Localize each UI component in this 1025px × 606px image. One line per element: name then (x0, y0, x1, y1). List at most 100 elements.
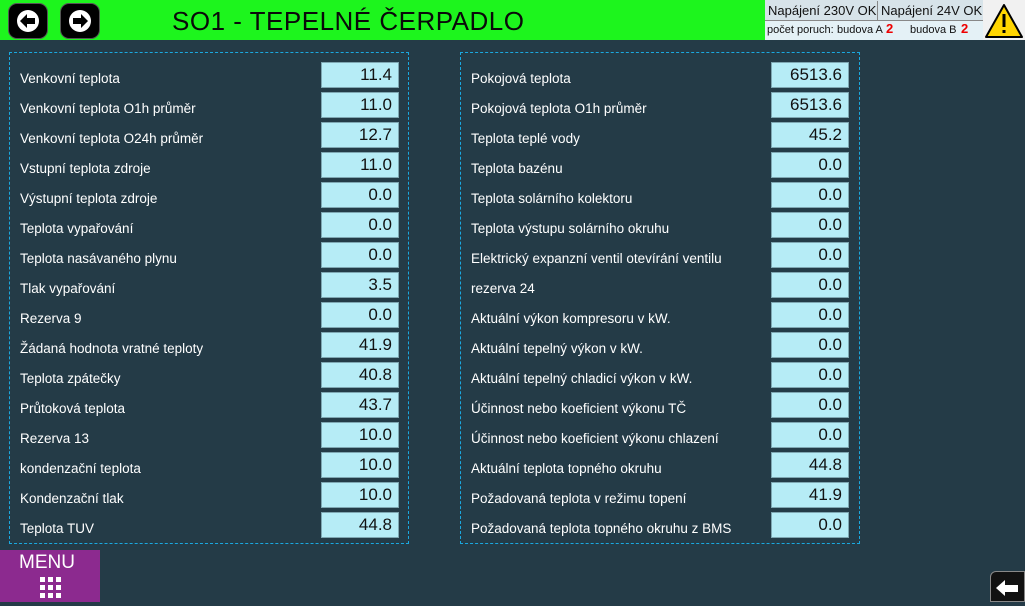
value-row: Výstupní teplota zdroje 0.0 (10, 181, 408, 211)
value-label: Rezerva 13 (20, 431, 90, 446)
value-label: Pokojová teplota O1h průměr (471, 101, 647, 116)
value-label: Venkovní teplota (20, 71, 120, 86)
value-row: Teplota zpátečky 40.8 (10, 361, 408, 391)
value-display: 43.7 (321, 392, 399, 418)
value-row: Rezerva 13 10.0 (10, 421, 408, 451)
value-row: Teplota výstupu solárního okruhu 0.0 (461, 211, 859, 241)
status-panel: Napájení 230V OK Napájení 24V OK počet p… (765, 0, 983, 40)
value-label: Teplota solárního kolektoru (471, 191, 633, 206)
power-24-status: Napájení 24V OK (881, 3, 983, 18)
value-label: Průtoková teplota (20, 401, 126, 416)
value-label: Účinnost nebo koeficient výkonu TČ (471, 401, 687, 416)
value-display: 0.0 (771, 512, 849, 538)
value-row: Pokojová teplota 6513.6 (461, 61, 859, 91)
value-display: 0.0 (771, 392, 849, 418)
value-display: 41.9 (771, 482, 849, 508)
value-row: Venkovní teplota 11.4 (10, 61, 408, 91)
value-label: kondenzační teplota (20, 461, 141, 476)
value-label: Rezerva 9 (20, 311, 82, 326)
value-row: Venkovní teplota O24h průměr 12.7 (10, 121, 408, 151)
value-row: Pokojová teplota O1h průměr 6513.6 (461, 91, 859, 121)
value-row: kondenzační teplota 10.0 (10, 451, 408, 481)
arrow-left-icon (17, 10, 39, 32)
menu-label: MENU (19, 552, 75, 573)
value-label: Teplota teplé vody (471, 131, 580, 146)
return-button[interactable] (990, 571, 1025, 602)
value-label: Kondenzační tlak (20, 491, 124, 506)
value-label: Teplota zpátečky (20, 371, 121, 386)
value-label: Pokojová teplota (471, 71, 571, 86)
warning-button[interactable] (983, 0, 1025, 40)
value-row: Požadovaná teplota v režimu topení 41.9 (461, 481, 859, 511)
value-row: Účinnost nebo koeficient výkonu chlazení… (461, 421, 859, 451)
right-values-panel: Pokojová teplota 6513.6 Pokojová teplota O… (460, 52, 860, 544)
value-display: 10.0 (321, 482, 399, 508)
value-label: Účinnost nebo koeficient výkonu chlazení (471, 431, 719, 446)
value-display: 40.8 (321, 362, 399, 388)
value-label: Teplota vypařování (20, 221, 134, 236)
value-row: rezerva 24 0.0 (461, 271, 859, 301)
building-b-label: budova B (910, 24, 957, 36)
value-display: 44.8 (321, 512, 399, 538)
value-display: 3.5 (321, 272, 399, 298)
value-label: Požadovaná teplota topného okruhu z BMS (471, 521, 732, 536)
value-display: 11.4 (321, 62, 399, 88)
value-row: Aktuální tepelný chladicí výkon v kW. 0.0 (461, 361, 859, 391)
arrow-right-icon (69, 10, 91, 32)
value-row: Průtoková teplota 43.7 (10, 391, 408, 421)
value-display: 0.0 (771, 212, 849, 238)
value-display: 0.0 (771, 242, 849, 268)
value-display: 44.8 (771, 452, 849, 478)
value-display: 6513.6 (771, 92, 849, 118)
value-display: 0.0 (771, 272, 849, 298)
value-label: Požadovaná teplota v režimu topení (471, 491, 687, 506)
value-display: 0.0 (321, 212, 399, 238)
value-label: Aktuální tepelný chladicí výkon v kW. (471, 371, 693, 386)
value-label: Tlak vypařování (20, 281, 116, 296)
value-label: Teplota bazénu (471, 161, 563, 176)
value-row: Tlak vypařování 3.5 (10, 271, 408, 301)
menu-button[interactable]: MENU (0, 550, 100, 602)
value-label: Výstupní teplota zdroje (20, 191, 158, 206)
value-display: 6513.6 (771, 62, 849, 88)
left-values-panel: Venkovní teplota 11.4 Venkovní teplota O1h… (9, 52, 409, 544)
building-a-fault-count: 2 (886, 21, 894, 36)
value-display: 0.0 (771, 362, 849, 388)
value-label: Vstupní teplota zdroje (20, 161, 151, 176)
value-row: Požadovaná teplota topného okruhu z BMS 0… (461, 511, 859, 541)
value-row: Aktuální výkon kompresoru v kW. 0.0 (461, 301, 859, 331)
value-label: rezerva 24 (471, 281, 535, 296)
forward-button[interactable] (60, 3, 100, 39)
value-row: Elektrický expanzní ventil otevírání ven… (461, 241, 859, 271)
value-display: 45.2 (771, 122, 849, 148)
header-bar: SO1 - TEPELNÉ ČERPADLO (0, 0, 765, 40)
page-title: SO1 - TEPELNÉ ČERPADLO (172, 6, 525, 36)
value-label: Aktuální tepelný výkon v kW. (471, 341, 643, 356)
return-arrow-icon (996, 580, 1018, 596)
value-label: Venkovní teplota O1h průměr (20, 101, 196, 116)
fault-count-row: počet poruch: budova A 2 budova B 2 (765, 20, 983, 40)
value-display: 0.0 (771, 422, 849, 448)
value-display: 0.0 (771, 182, 849, 208)
value-display: 11.0 (321, 152, 399, 178)
value-display: 0.0 (321, 242, 399, 268)
value-display: 11.0 (321, 92, 399, 118)
building-a-label: budova A (837, 24, 883, 36)
value-display: 0.0 (771, 332, 849, 358)
value-display: 10.0 (321, 452, 399, 478)
back-button[interactable] (8, 3, 48, 39)
value-display: 10.0 (321, 422, 399, 448)
value-display: 12.7 (321, 122, 399, 148)
value-row: Žádaná hodnota vratné teploty 41.9 (10, 331, 408, 361)
building-b-fault-count: 2 (961, 21, 969, 36)
value-display: 0.0 (771, 152, 849, 178)
value-display: 0.0 (321, 182, 399, 208)
value-row: Aktuální teplota topného okruhu 44.8 (461, 451, 859, 481)
value-display: 0.0 (771, 302, 849, 328)
value-display: 0.0 (321, 302, 399, 328)
value-row: Účinnost nebo koeficient výkonu TČ 0.0 (461, 391, 859, 421)
value-display: 41.9 (321, 332, 399, 358)
power-230-status: Napájení 230V OK (768, 1, 878, 20)
value-row: Teplota teplé vody 45.2 (461, 121, 859, 151)
value-label: Elektrický expanzní ventil otevírání ven… (471, 251, 722, 266)
